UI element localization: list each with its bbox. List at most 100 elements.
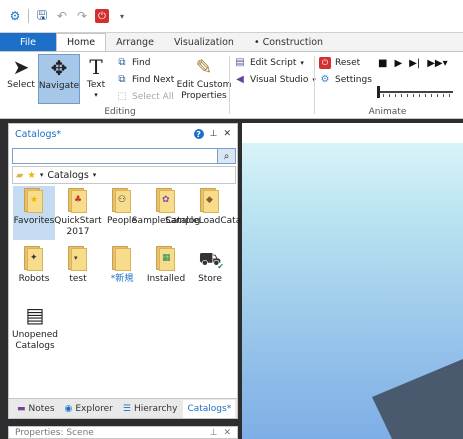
catalog-item-new[interactable]: *新規 [101,244,143,298]
select-button[interactable]: ➤ Select [6,54,36,104]
slider-ticks [377,94,453,97]
move-arrows-icon: ✥ [50,56,68,80]
search-icon[interactable]: ⌕ [217,149,235,163]
gear-app-icon[interactable]: ⚙ [8,9,22,23]
catalog-item-quickstart[interactable]: ♣ QuickStart 2017 [54,186,102,240]
properties-panel-title: Properties: Scene [15,427,94,438]
catalog-item-label: Robots [18,274,50,284]
group-divider [229,56,230,114]
catalog-item-label: Store [198,274,222,284]
edit-custom-properties-button[interactable]: ✎ Edit Custom Properties [176,54,232,104]
folder-up-icon[interactable]: ▰ [16,170,23,181]
tab-arrange[interactable]: Arrange [106,33,164,51]
redo-icon[interactable]: ↷ [75,9,89,23]
edit-properties-icon: ✎ [195,55,213,79]
catalogs-panel-title: Catalogs* [15,128,62,140]
editing-group-label: Editing [104,107,136,117]
settings-label: Settings [335,74,372,85]
catalog-item-label: *新規 [110,274,134,284]
favorites-folder-icon: ★ [24,188,44,214]
floor-polygon [372,359,463,439]
fast-forward-icon[interactable]: ▶▶▾ [427,58,447,69]
toolbar-divider [28,9,29,23]
scene-viewport[interactable] [242,123,463,439]
stacked-books-icon: ▤ [25,302,45,327]
text-tool-icon: T [89,55,103,79]
favorites-star-icon[interactable]: ★ [27,170,36,181]
select-all-button[interactable]: ⬚ Select All [116,89,174,104]
catalog-item-people[interactable]: ⚇ People [101,186,143,240]
binoculars-next-icon: ⧉ [118,74,126,85]
tab-home[interactable]: Home [56,33,107,51]
edit-script-dropdown-icon: ▾ [300,58,304,67]
catalogs-panel: Catalogs* ? ⊥ ✕ ⌕ ▰ ★ ▾ Catalogs ▾ ★ Fav… [8,123,255,419]
tab-construction[interactable]: • Construction [244,33,333,51]
edit-script-button[interactable]: ▤ Edit Script ▾ [234,55,304,70]
catalog-item-sampleloadcatalog[interactable]: ◆ SampleLoadCatalog [165,186,255,240]
pin-icon[interactable]: ⊥ [210,428,218,438]
slider-thumb[interactable] [377,86,380,98]
visual-studio-icon: ◀ [236,74,244,85]
visual-studio-button[interactable]: ◀ Visual Studio ▾ [234,72,316,87]
reset-button[interactable]: ⏻ Reset [319,55,360,70]
star-dropdown-icon[interactable]: ▾ [40,171,44,179]
tab-notes[interactable]: ▬ Notes [13,400,59,418]
catalog-item-store[interactable]: ⛟ ✔ Store [189,244,231,298]
select-label: Select [7,80,35,90]
text-label: Text [86,80,106,90]
ribbon: ➤ Select ✥ Navigate T Text ▾ ⧉ Find ⧉ Fi… [0,51,463,119]
close-icon[interactable]: ✕ [223,129,231,139]
find-button[interactable]: ⧉ Find [116,55,150,70]
hierarchy-icon: ☰ [122,403,131,414]
people-folder-icon: ⚇ [112,188,132,214]
tab-explorer-label: Explorer [75,403,113,414]
catalog-item-unopened[interactable]: ▤ Unopened Catalogs [12,300,59,354]
store-check-icon: ✔ [217,262,224,271]
pin-icon[interactable]: ⊥ [210,129,218,139]
breadcrumb-catalogs[interactable]: Catalogs [47,170,88,181]
robots-folder-icon: ✦ [24,246,44,272]
catalog-item-test[interactable]: ▾ test [57,244,99,298]
customize-toolbar-chevron-icon[interactable]: ▾ [115,9,129,23]
playback-controls: ■ ▶ ▶| ▶▶▾ [378,58,448,69]
tab-file[interactable]: File [0,33,56,51]
undo-icon[interactable]: ↶ [55,9,69,23]
animation-speed-slider[interactable] [377,86,453,98]
group-divider [314,56,315,114]
find-next-label: Find Next [132,74,175,85]
store-basket-icon: ⛟ ✔ [198,248,224,271]
close-icon[interactable]: ✕ [223,428,231,438]
breadcrumb-dropdown-icon[interactable]: ▾ [93,171,97,179]
navigate-button[interactable]: ✥ Navigate [38,54,80,104]
catalog-item-installed[interactable]: ▦ Installed [145,244,187,298]
catalog-item-label: Unopened Catalogs [12,330,59,351]
notes-icon: ▬ [17,403,26,414]
catalog-item-samplecatalog[interactable]: ✿ SampleCatalog [132,186,200,240]
help-icon[interactable]: ? [193,129,204,139]
catalog-item-favorites[interactable]: ★ Favorites [13,186,55,240]
catalog-item-label: Installed [146,274,186,284]
power-icon[interactable]: ⏻ [95,9,109,23]
tab-visualization[interactable]: Visualization [164,33,244,51]
text-button[interactable]: T Text ▾ [82,54,110,104]
catalog-item-robots[interactable]: ✦ Robots [13,244,55,298]
stop-icon[interactable]: ■ [378,58,387,69]
play-icon[interactable]: ▶ [394,58,402,69]
floor-plane-shape [372,359,463,439]
tab-explorer[interactable]: ◉ Explorer [61,400,117,418]
tab-hierarchy[interactable]: ☰ Hierarchy [119,400,182,418]
breadcrumb: ▰ ★ ▾ Catalogs ▾ [12,166,236,184]
select-all-label: Select All [132,91,174,102]
step-forward-icon[interactable]: ▶| [409,58,420,69]
tab-catalogs[interactable]: Catalogs* [183,399,236,418]
settings-button[interactable]: ⚙ Settings [319,72,372,87]
catalog-item-label: QuickStart 2017 [54,216,102,237]
catalogs-panel-header: Catalogs* ? ⊥ ✕ [9,124,237,144]
script-icon: ▤ [235,57,245,68]
text-dropdown-icon: ▾ [94,91,98,99]
save-icon[interactable]: 🖫 [35,8,49,23]
properties-panel-header: Properties: Scene ⊥ ✕ [8,426,238,439]
new-folder-icon [112,246,132,272]
find-next-button[interactable]: ⧉ Find Next [116,72,174,87]
catalog-search-input[interactable] [13,149,217,163]
